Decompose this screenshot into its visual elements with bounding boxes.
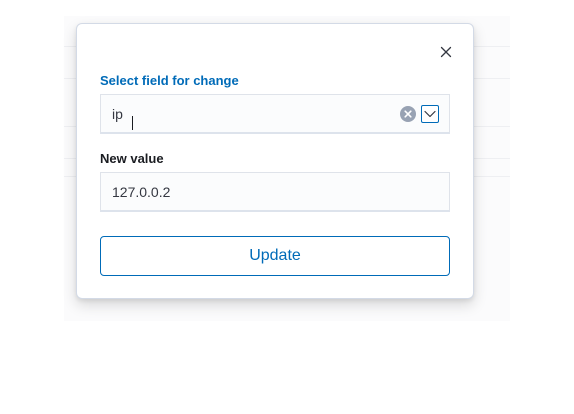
new-value-input[interactable] bbox=[100, 172, 450, 212]
chevron-down-icon bbox=[424, 110, 436, 118]
close-button[interactable] bbox=[438, 44, 454, 60]
select-field-combobox[interactable]: ip bbox=[100, 94, 450, 134]
close-icon bbox=[440, 46, 452, 58]
clear-button[interactable] bbox=[400, 106, 416, 122]
clear-icon bbox=[400, 106, 416, 122]
select-field-value: ip bbox=[112, 106, 123, 122]
update-button[interactable]: Update bbox=[100, 236, 450, 276]
new-value-label: New value bbox=[100, 151, 164, 166]
select-field-label: Select field for change bbox=[100, 73, 239, 88]
text-caret bbox=[132, 116, 133, 130]
dropdown-toggle-button[interactable] bbox=[421, 105, 439, 123]
change-field-popover: Select field for change ip New value Upd… bbox=[76, 23, 474, 299]
